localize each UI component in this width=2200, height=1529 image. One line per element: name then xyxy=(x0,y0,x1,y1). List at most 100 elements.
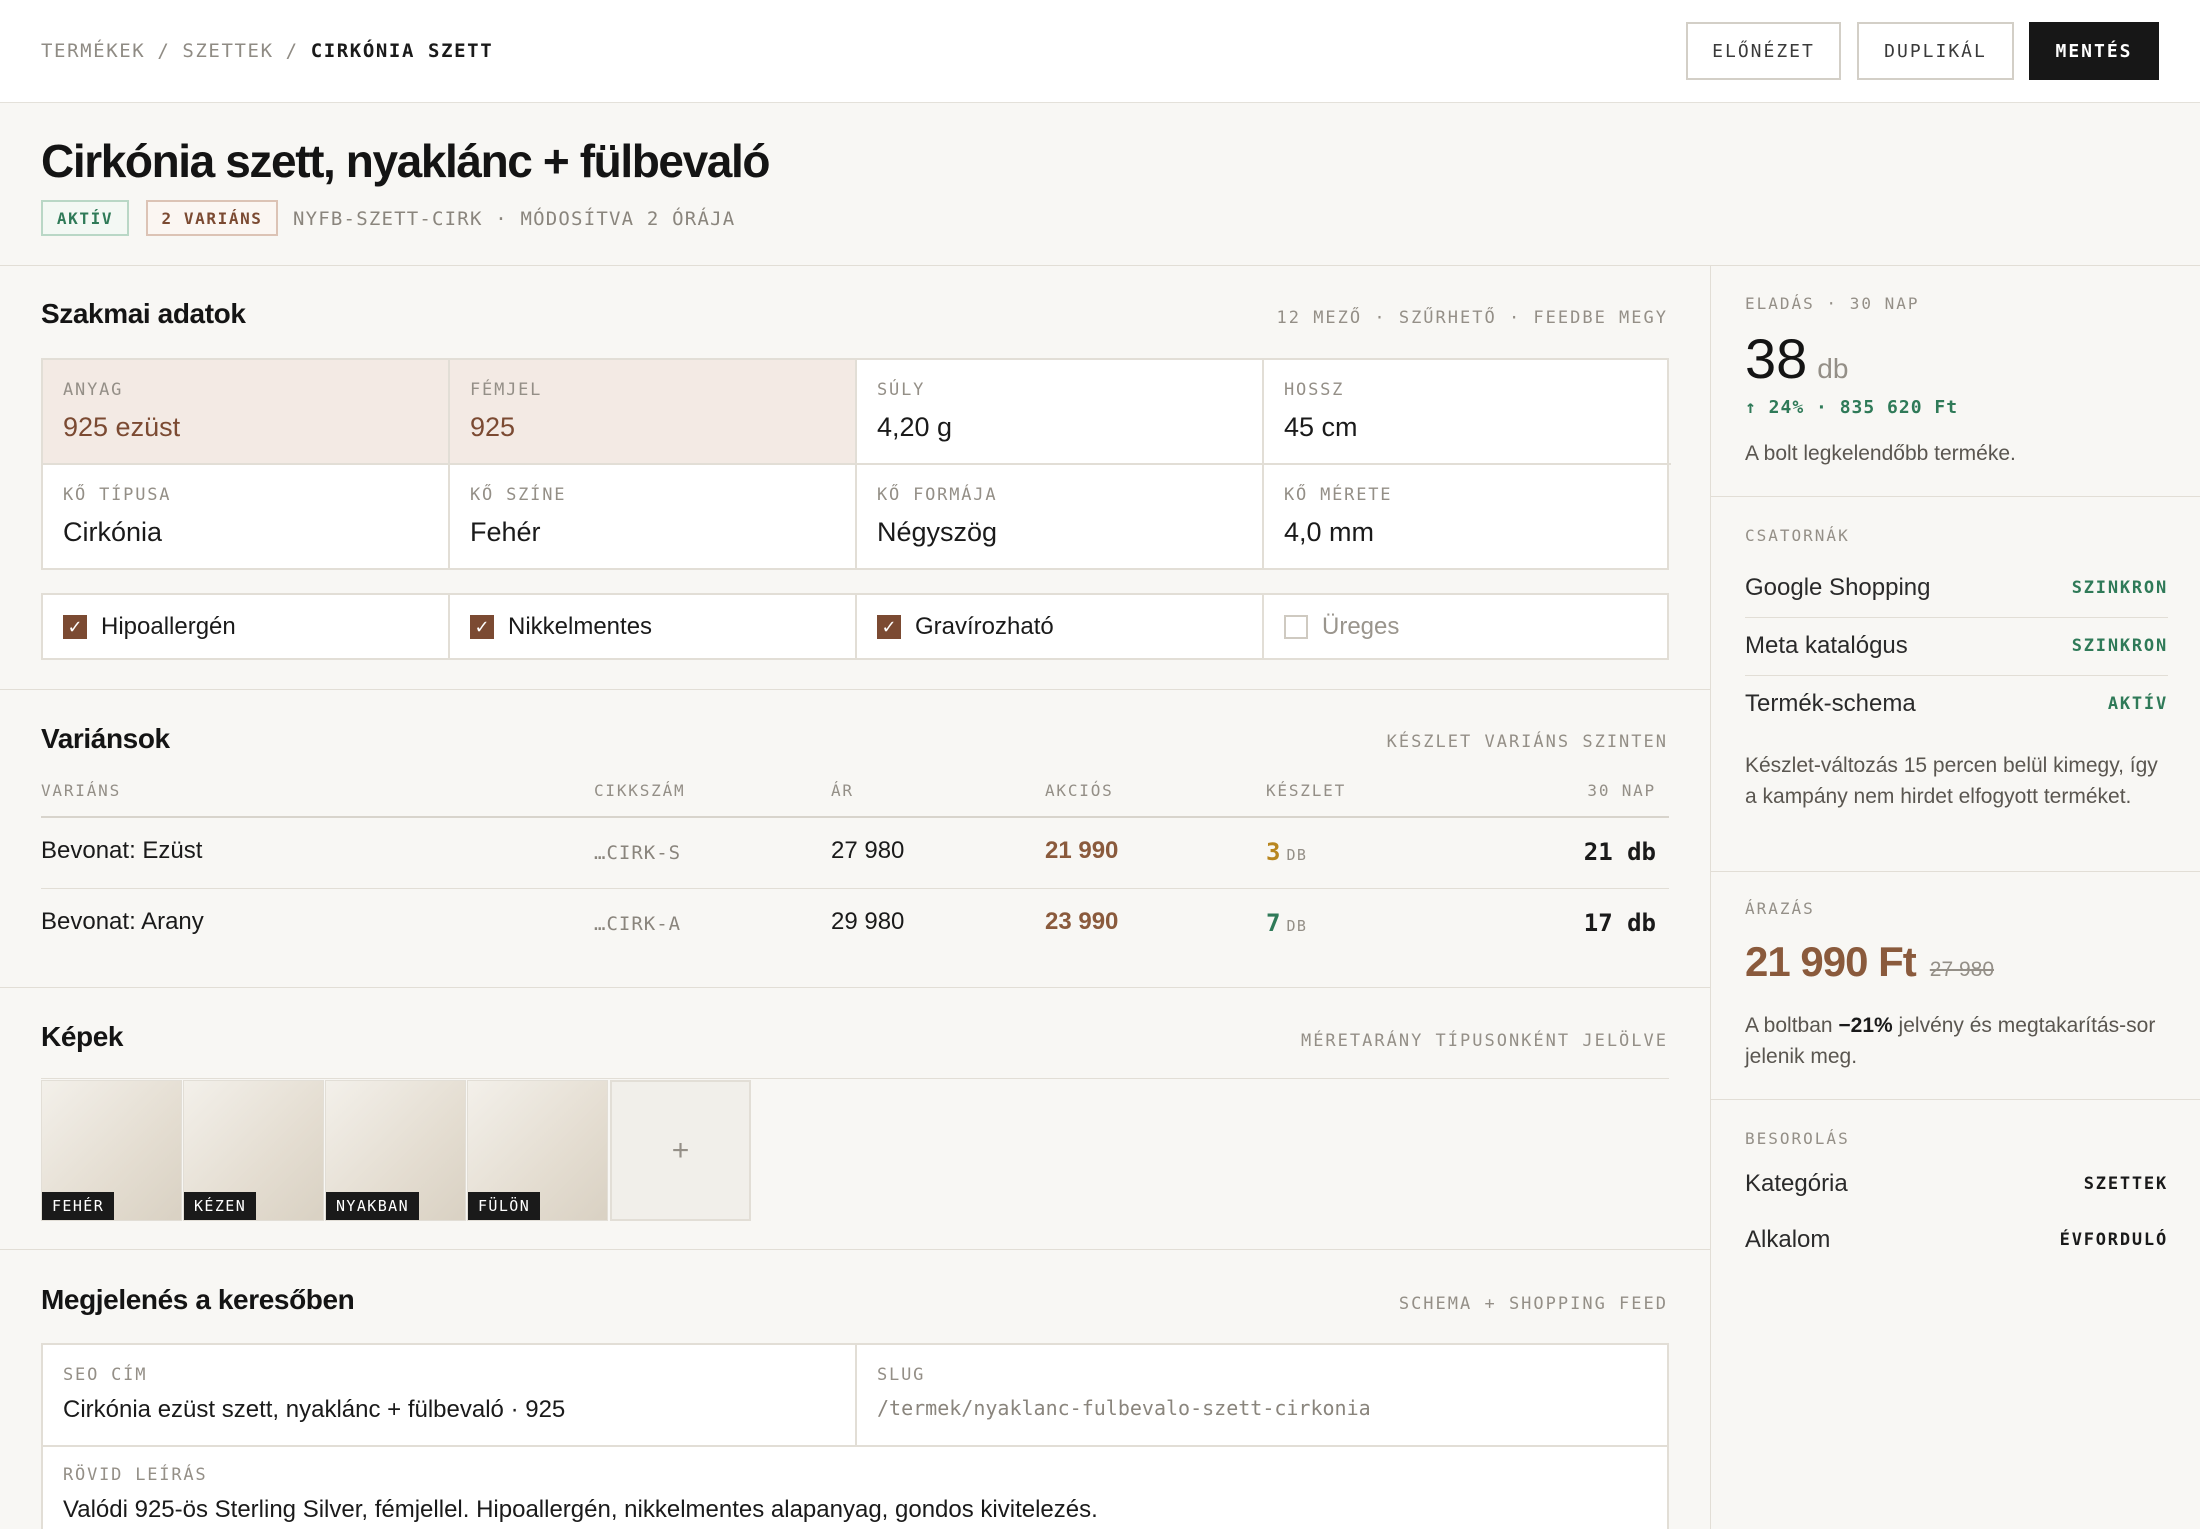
images-section-title: Képek xyxy=(41,1021,124,1052)
variant-sold-30d: 21 db xyxy=(1583,838,1656,866)
specs-section-meta: 12 MEZŐ · SZŰRHETŐ · FEEDBE MEGY xyxy=(1276,308,1668,328)
spec-label: ANYAG xyxy=(63,380,124,400)
spec-value: Négyszög xyxy=(877,517,998,547)
divider xyxy=(0,987,1710,988)
breadcrumb-item-sets[interactable]: SZETTEK xyxy=(182,40,273,62)
save-button[interactable]: MENTÉS xyxy=(2029,22,2159,80)
seo-panel: SEO CÍM Cirkónia ezüst szett, nyaklánc +… xyxy=(41,1343,1669,1529)
spec-field-hallmark[interactable]: FÉMJEL 925 xyxy=(450,360,857,465)
divider xyxy=(0,1249,1710,1250)
image-thumbnail[interactable]: FÜLÖN xyxy=(467,1080,608,1221)
flag-nickel-free[interactable]: ✓ Nikkelmentes xyxy=(450,595,857,658)
variant-price: 29 980 xyxy=(831,908,905,935)
checkbox-checked-icon[interactable]: ✓ xyxy=(877,614,901,639)
channels-label: CSATORNÁK xyxy=(1745,526,1850,545)
spec-field-weight[interactable]: SÚLY 4,20 g xyxy=(857,360,1264,465)
checkbox-checked-icon[interactable]: ✓ xyxy=(63,614,87,639)
variant-count-badge: 2 VARIÁNS xyxy=(146,200,278,236)
spec-value: 925 ezüst xyxy=(63,412,181,442)
divider xyxy=(1710,1099,2200,1100)
flag-label: Hipoallergén xyxy=(101,612,236,640)
spec-value: 45 cm xyxy=(1284,412,1358,442)
spec-value: 4,0 mm xyxy=(1284,517,1375,547)
channel-google-shopping[interactable]: Google Shopping SZINKRON xyxy=(1745,559,2168,616)
spec-field-stone-shape[interactable]: KŐ FORMÁJA Négyszög xyxy=(857,465,1264,570)
column-header-sku: CIKKSZÁM xyxy=(594,781,686,800)
channel-product-schema[interactable]: Termék-schema AKTÍV xyxy=(1745,675,2168,732)
divider xyxy=(1710,496,2200,497)
spec-field-stone-color[interactable]: KŐ SZÍNE Fehér xyxy=(450,465,857,570)
column-divider xyxy=(1710,265,1711,1529)
checkbox-unchecked-icon[interactable] xyxy=(1284,614,1308,639)
description-value: Valódi 925-ös Sterling Silver, fémjellel… xyxy=(63,1496,1098,1523)
current-price: 21 990 Ft xyxy=(1745,938,1917,985)
breadcrumb-current: CIRKÓNIA SZETT xyxy=(310,40,494,62)
classification-value: SZETTEK xyxy=(2083,1174,2168,1194)
field-divider xyxy=(43,1445,1667,1447)
variant-price: 27 980 xyxy=(831,837,905,864)
column-header-30-days: 30 NAP xyxy=(1587,781,1656,800)
checkbox-checked-icon[interactable]: ✓ xyxy=(470,614,494,639)
page-title: Cirkónia szett, nyaklánc + fülbevaló xyxy=(41,135,770,187)
field-divider xyxy=(855,1345,857,1445)
table-header-divider xyxy=(41,816,1669,818)
image-thumbnail[interactable]: NYAKBAN xyxy=(325,1080,466,1221)
column-header-variant: VARIÁNS xyxy=(41,781,122,800)
old-price: 27 980 xyxy=(1929,958,1995,981)
variants-section-meta: KÉSZLET VARIÁNS SZINTEN xyxy=(1386,732,1668,752)
divider xyxy=(0,689,1710,690)
spec-field-stone-size[interactable]: KŐ MÉRETE 4,0 mm xyxy=(1264,465,1671,570)
classification-occasion[interactable]: Alkalom ÉVFORDULÓ xyxy=(1745,1211,2168,1269)
pricing-display: 21 990 Ft 27 980 xyxy=(1745,938,1994,986)
breadcrumb-item-products[interactable]: TERMÉKEK xyxy=(41,40,145,62)
status-badge: AKTÍV xyxy=(41,200,129,236)
classification-category[interactable]: Kategória SZETTEK xyxy=(1745,1155,2168,1213)
channels-note: Készlet-változás 15 percen belül kimegy,… xyxy=(1745,754,2158,808)
pricing-note-text: A boltban xyxy=(1745,1014,1839,1037)
channel-status: SZINKRON xyxy=(2071,577,2168,598)
image-thumbnail[interactable]: KÉZEN xyxy=(183,1080,324,1221)
column-header-stock: KÉSZLET xyxy=(1266,781,1347,800)
flag-label: Nikkelmentes xyxy=(508,612,653,640)
channel-name: Google Shopping xyxy=(1745,573,1931,601)
divider xyxy=(0,265,2200,266)
flag-hypoallergenic[interactable]: ✓ Hipoallergén xyxy=(43,595,450,658)
variant-sold-30d: 17 db xyxy=(1583,909,1656,937)
image-thumbnail[interactable]: FEHÉR xyxy=(41,1080,182,1221)
seo-title-value: Cirkónia ezüst szett, nyaklánc + fülbeva… xyxy=(63,1396,566,1423)
breadcrumb-separator: / xyxy=(157,40,171,62)
plus-icon: + xyxy=(671,1133,690,1167)
variant-stock: 3 DB xyxy=(1266,838,1307,866)
spec-field-material[interactable]: ANYAG 925 ezüst xyxy=(43,360,450,465)
channel-status: SZINKRON xyxy=(2071,635,2168,656)
row-divider xyxy=(41,888,1669,889)
duplicate-button[interactable]: DUPLIKÁL xyxy=(1857,22,2014,80)
spec-label: FÉMJEL xyxy=(470,380,543,400)
sales-note: A bolt legkelendőbb terméke. xyxy=(1745,442,2016,465)
spec-field-stone-type[interactable]: KŐ TÍPUSA Cirkónia xyxy=(43,465,450,570)
slug-value: /termek/nyaklanc-fulbevalo-szett-cirkoni… xyxy=(877,1396,1371,1420)
sales-label: ELADÁS · 30 NAP xyxy=(1745,294,1920,313)
specs-section-title: Szakmai adatok xyxy=(41,298,246,329)
spec-field-length[interactable]: HOSSZ 45 cm xyxy=(1264,360,1671,465)
spec-label: SÚLY xyxy=(877,380,926,400)
image-tag: FEHÉR xyxy=(42,1192,115,1220)
stock-count: 7 xyxy=(1266,909,1281,937)
spec-value: 4,20 g xyxy=(877,412,953,442)
spec-label: KŐ SZÍNE xyxy=(470,485,567,505)
channel-meta-catalog[interactable]: Meta katalógus SZINKRON xyxy=(1745,617,2168,674)
variant-name: Bevonat: Ezüst xyxy=(41,837,203,864)
flag-label: Üreges xyxy=(1322,612,1400,640)
flag-engravable[interactable]: ✓ Gravírozható xyxy=(857,595,1264,658)
add-image-button[interactable]: + xyxy=(610,1080,751,1221)
classification-name: Alkalom xyxy=(1745,1226,1831,1253)
spec-flags: ✓ Hipoallergén ✓ Nikkelmentes ✓ Gravíroz… xyxy=(41,593,1669,660)
seo-section-meta: SCHEMA + SHOPPING FEED xyxy=(1398,1294,1668,1314)
spec-value: 925 xyxy=(470,412,516,442)
flag-hollow[interactable]: Üreges xyxy=(1264,595,1671,658)
preview-button[interactable]: ELŐNÉZET xyxy=(1686,22,1841,80)
sales-trend: ↑ 24% · 835 620 Ft xyxy=(1745,397,1959,418)
channel-status: AKTÍV xyxy=(2107,693,2168,714)
image-tag: FÜLÖN xyxy=(468,1192,541,1220)
spec-value: Cirkónia xyxy=(63,517,163,547)
